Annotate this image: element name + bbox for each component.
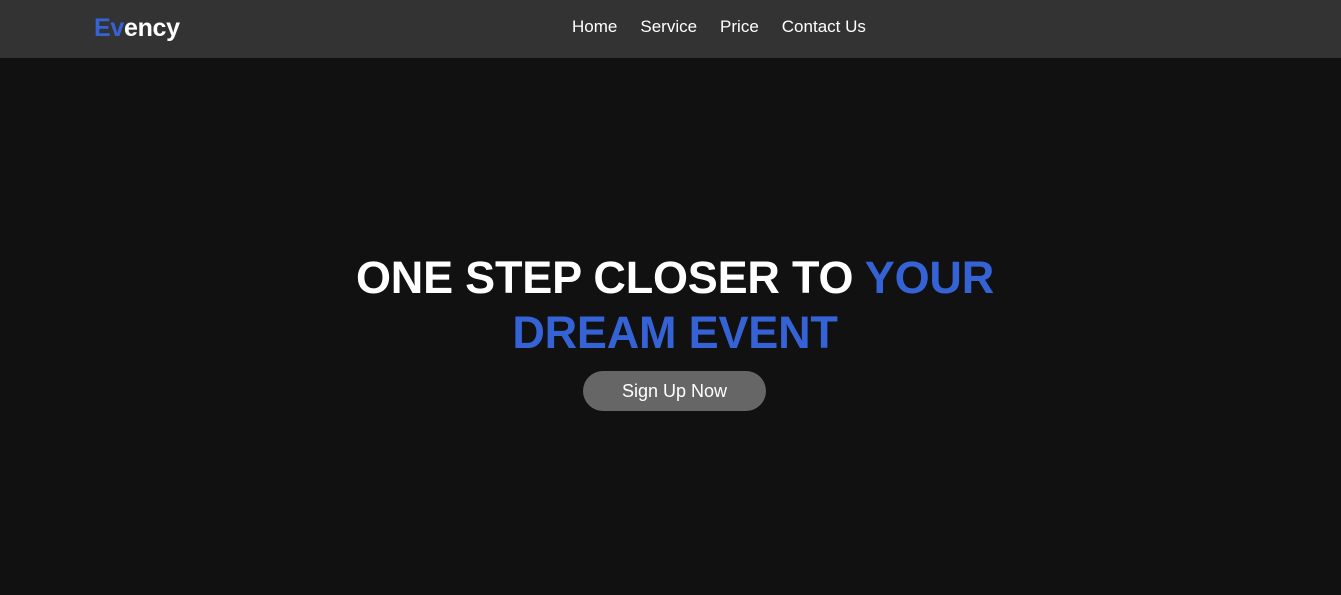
sign-up-button[interactable]: Sign Up Now <box>583 371 766 411</box>
nav-item-price: Price <box>720 17 759 37</box>
nav-menu: Home Service Price Contact Us <box>572 17 866 37</box>
nav-link-home[interactable]: Home <box>572 17 617 37</box>
logo-accent-text: Ev <box>94 14 124 42</box>
nav-link-service[interactable]: Service <box>640 17 697 37</box>
nav-item-service: Service <box>640 17 697 37</box>
nav-item-contact-us: Contact Us <box>782 17 866 37</box>
nav-link-price[interactable]: Price <box>720 17 759 37</box>
nav-item-home: Home <box>572 17 617 37</box>
headline-plain-text: ONE STEP CLOSER TO <box>355 252 865 303</box>
brand-logo[interactable]: Evency <box>94 13 180 43</box>
hero-section: ONE STEP CLOSER TO YOUR DREAM EVENT Sign… <box>0 58 1341 595</box>
navbar: Evency Home Service Price Contact Us <box>0 0 1341 58</box>
hero-headline: ONE STEP CLOSER TO YOUR DREAM EVENT <box>270 250 1080 360</box>
nav-link-contact-us[interactable]: Contact Us <box>782 17 866 37</box>
logo-rest-text: ency <box>123 14 180 42</box>
